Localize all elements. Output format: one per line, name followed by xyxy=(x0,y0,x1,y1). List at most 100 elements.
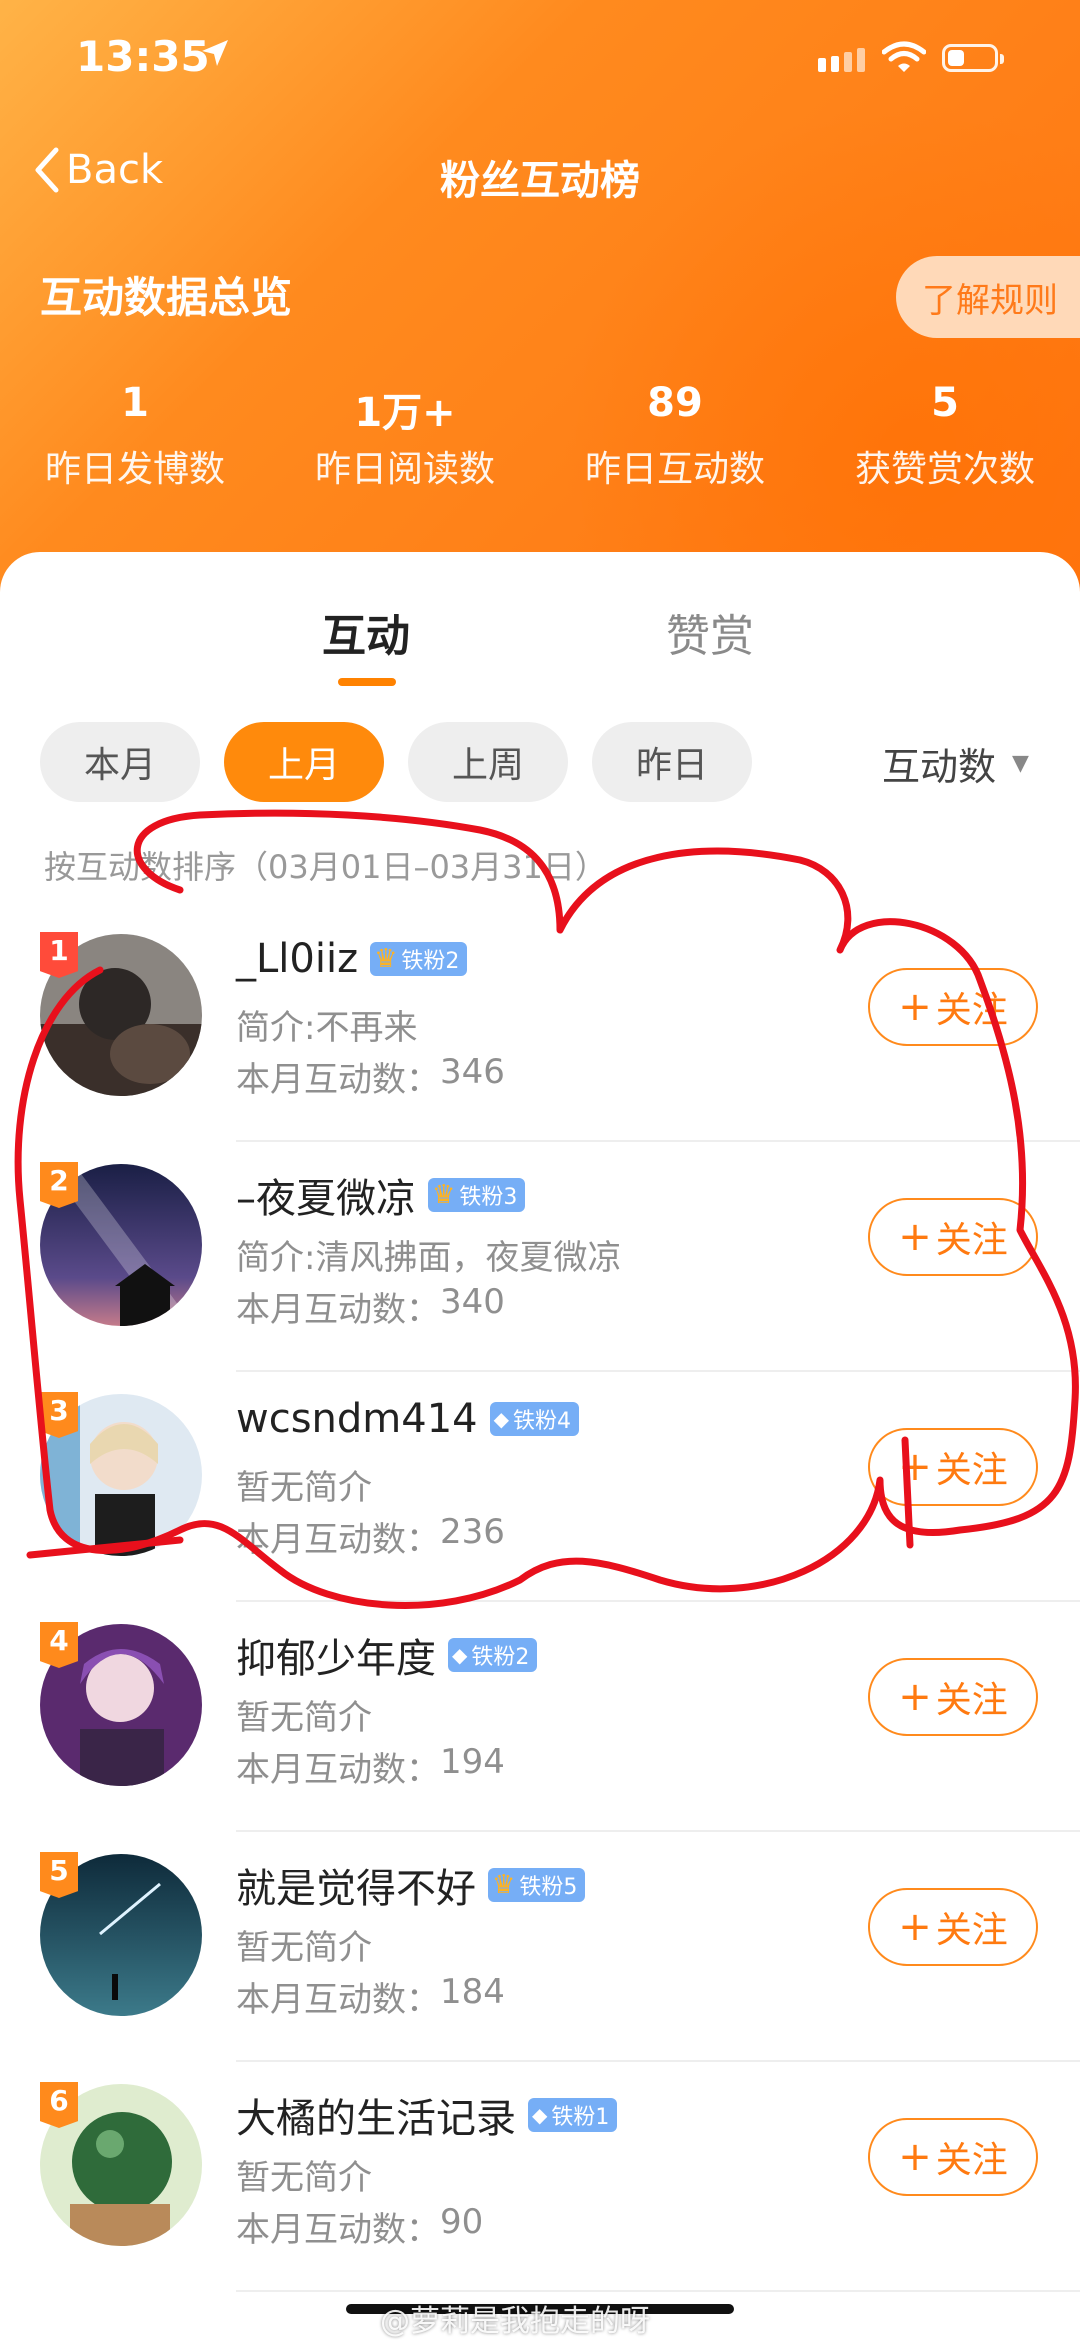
rank-badge: 4 xyxy=(40,1622,78,1668)
page-title: 粉丝互动榜 xyxy=(440,158,640,204)
follow-button[interactable]: + 关注 xyxy=(868,2118,1038,2196)
ranking-panel: 互动 赞赏 本月 上月 上周 昨日 互动数 ▼ 按互动数排序（03月01日–03… xyxy=(0,552,1080,2336)
diamond-icon: ◆ xyxy=(452,1643,468,1667)
stat-reads: 1万+ 昨日阅读数 xyxy=(270,380,540,492)
rank-badge: 5 xyxy=(40,1852,78,1898)
stat-value: 1 xyxy=(121,380,149,426)
fan-name: _Ll0iiz xyxy=(236,936,359,982)
plus-icon: + xyxy=(898,984,932,1030)
fan-intro: 暂无简介 xyxy=(236,1698,372,1738)
stat-value: 1万+ xyxy=(354,390,456,436)
plus-icon: + xyxy=(898,1214,932,1260)
stat-interactions: 89 昨日互动数 xyxy=(540,380,810,492)
list-item[interactable]: 6 大橘的生活记录 ◆ 铁粉1 暂无简介 本月互动数： 90 + 关注 xyxy=(0,2062,1080,2292)
crown-icon: ♛ xyxy=(374,944,398,974)
fan-list: 1 _Ll0iiz ♛ 铁粉2 简介:不再来 本月互动数： 3 4 6 + 关注 2… xyxy=(0,912,1080,2292)
sort-label: 互动数 xyxy=(882,745,997,789)
stat-posts: 1 昨日发博数 xyxy=(0,380,270,492)
tab-reward[interactable]: 赞赏 xyxy=(666,600,754,664)
status-time: 13:35 xyxy=(76,32,210,81)
follow-label: 关注 xyxy=(935,1910,1008,1951)
fan-name-line: 大橘的生活记录 ◆ 铁粉1 xyxy=(236,2086,618,2144)
tab-interaction[interactable]: 互动 xyxy=(322,600,410,664)
sort-dropdown[interactable]: 互动数 ▼ xyxy=(882,736,1029,791)
battery-icon xyxy=(942,44,1004,72)
fan-level: 铁粉1 xyxy=(551,2105,610,2130)
diamond-icon: ◆ xyxy=(493,1407,509,1431)
stat-label: 昨日发博数 xyxy=(44,449,225,490)
fan-name: 就是觉得不好 xyxy=(236,1866,476,1912)
iron-fan-badge: ◆ 铁粉1 xyxy=(528,2098,618,2132)
fan-name-line: wcsndm414 ◆ 铁粉4 xyxy=(236,1396,579,1442)
plus-icon: + xyxy=(898,1674,932,1720)
follow-button[interactable]: + 关注 xyxy=(868,1428,1038,1506)
count-value: 340 xyxy=(440,1282,505,1322)
crown-icon: ♛ xyxy=(432,1180,456,1210)
follow-button[interactable]: + 关注 xyxy=(868,1888,1038,1966)
list-item[interactable]: 4 抑郁少年度 ◆ 铁粉2 暂无简介 本月互动数： 194 + 关注 xyxy=(0,1602,1080,1832)
fan-name-line: –夜夏微凉 ♛ 铁粉3 xyxy=(236,1166,526,1224)
period-filters: 本月 上月 上周 昨日 xyxy=(40,722,752,802)
iron-fan-badge: ♛ 铁粉2 xyxy=(370,942,468,976)
rank-badge: 1 xyxy=(40,932,78,978)
rank-badge: 3 xyxy=(40,1392,78,1438)
filter-this-month[interactable]: 本月 xyxy=(40,722,200,802)
count-value: 184 xyxy=(440,1972,505,2012)
watermark: @萝莉是我抱走的呀 xyxy=(380,2304,650,2339)
fan-name: 大橘的生活记录 xyxy=(236,2096,516,2142)
count-label: 本月互动数： xyxy=(236,1290,440,1330)
fan-interaction-count: 本月互动数： 194 xyxy=(236,1742,505,1791)
filter-last-month[interactable]: 上月 xyxy=(224,722,384,802)
follow-button[interactable]: + 关注 xyxy=(868,1658,1038,1736)
list-item[interactable]: 3 wcsndm414 ◆ 铁粉4 暂无简介 本月互动数： 236 + 关注 xyxy=(0,1372,1080,1602)
fan-interaction-count: 本月互动数： 90 xyxy=(236,2202,483,2251)
rules-button[interactable]: 了解规则 xyxy=(896,256,1080,338)
fan-intro: 暂无简介 xyxy=(236,1928,372,1968)
list-item[interactable]: 1 _Ll0iiz ♛ 铁粉2 简介:不再来 本月互动数： 346 + 关注 xyxy=(0,912,1080,1142)
cellular-signal-icon xyxy=(818,48,865,72)
rank-badge: 6 xyxy=(40,2082,78,2128)
iron-fan-badge: ◆ 铁粉4 xyxy=(489,1402,579,1436)
fan-name: 抑郁少年度 xyxy=(236,1636,436,1682)
diamond-icon: ◆ xyxy=(532,2103,548,2127)
count-label: 本月互动数： xyxy=(236,1750,440,1790)
wifi-icon xyxy=(881,40,927,78)
follow-button[interactable]: + 关注 xyxy=(868,1198,1038,1276)
crown-icon: ♛ xyxy=(492,1870,516,1900)
fan-intro: 暂无简介 xyxy=(236,2158,372,2198)
follow-label: 关注 xyxy=(935,2140,1008,2181)
follow-label: 关注 xyxy=(935,1450,1008,1491)
fan-interaction-count: 本月互动数： 184 xyxy=(236,1972,505,2021)
filter-last-week[interactable]: 上周 xyxy=(408,722,568,802)
list-item[interactable]: 5 就是觉得不好 ♛ 铁粉5 暂无简介 本月互动数： 184 + 关注 xyxy=(0,1832,1080,2062)
fan-name-line: 就是觉得不好 ♛ 铁粉5 xyxy=(236,1856,586,1914)
fan-name: wcsndm414 xyxy=(236,1396,478,1442)
fan-level: 铁粉5 xyxy=(519,1875,578,1900)
count-value: 194 xyxy=(440,1742,505,1782)
follow-label: 关注 xyxy=(935,1220,1008,1261)
fan-intro: 简介:清风拂面，夜夏微凉 xyxy=(236,1238,622,1278)
stat-label: 获赞赏次数 xyxy=(854,449,1035,490)
count-label: 本月互动数： xyxy=(236,1060,440,1100)
overview-title: 互动数据总览 xyxy=(40,273,293,322)
list-item[interactable]: 2 –夜夏微凉 ♛ 铁粉3 简介:清风拂面，夜夏微凉 本月互动数： 340 + … xyxy=(0,1142,1080,1372)
fan-name: –夜夏微凉 xyxy=(236,1176,416,1222)
follow-label: 关注 xyxy=(935,990,1008,1031)
fan-level: 铁粉3 xyxy=(459,1185,518,1210)
fan-name-line: 抑郁少年度 ◆ 铁粉2 xyxy=(236,1626,538,1684)
iron-fan-badge: ♛ 铁粉5 xyxy=(488,1868,586,1902)
sort-description: 按互动数排序（03月01日–03月31日） xyxy=(44,848,607,886)
stat-rewards: 5 获赞赏次数 xyxy=(810,380,1080,492)
count-value: 236 xyxy=(440,1512,505,1552)
count-value: 90 xyxy=(440,2202,484,2242)
follow-button[interactable]: + 关注 xyxy=(868,968,1038,1046)
fan-intro: 简介:不再来 xyxy=(236,1008,418,1048)
stat-value: 5 xyxy=(931,380,959,426)
iron-fan-badge: ♛ 铁粉3 xyxy=(428,1178,526,1212)
fan-intro: 暂无简介 xyxy=(236,1468,372,1508)
overview-stats: 1 昨日发博数 1万+ 昨日阅读数 89 昨日互动数 5 获赞赏次数 xyxy=(0,380,1080,492)
plus-icon: + xyxy=(898,1904,932,1950)
fan-level: 铁粉2 xyxy=(471,1645,530,1670)
header-banner: 13:35 Back 粉丝互动榜 互动数据总览 了解规则 1 昨日发博数 1万+ xyxy=(0,0,1080,620)
filter-yesterday[interactable]: 昨日 xyxy=(592,722,752,802)
